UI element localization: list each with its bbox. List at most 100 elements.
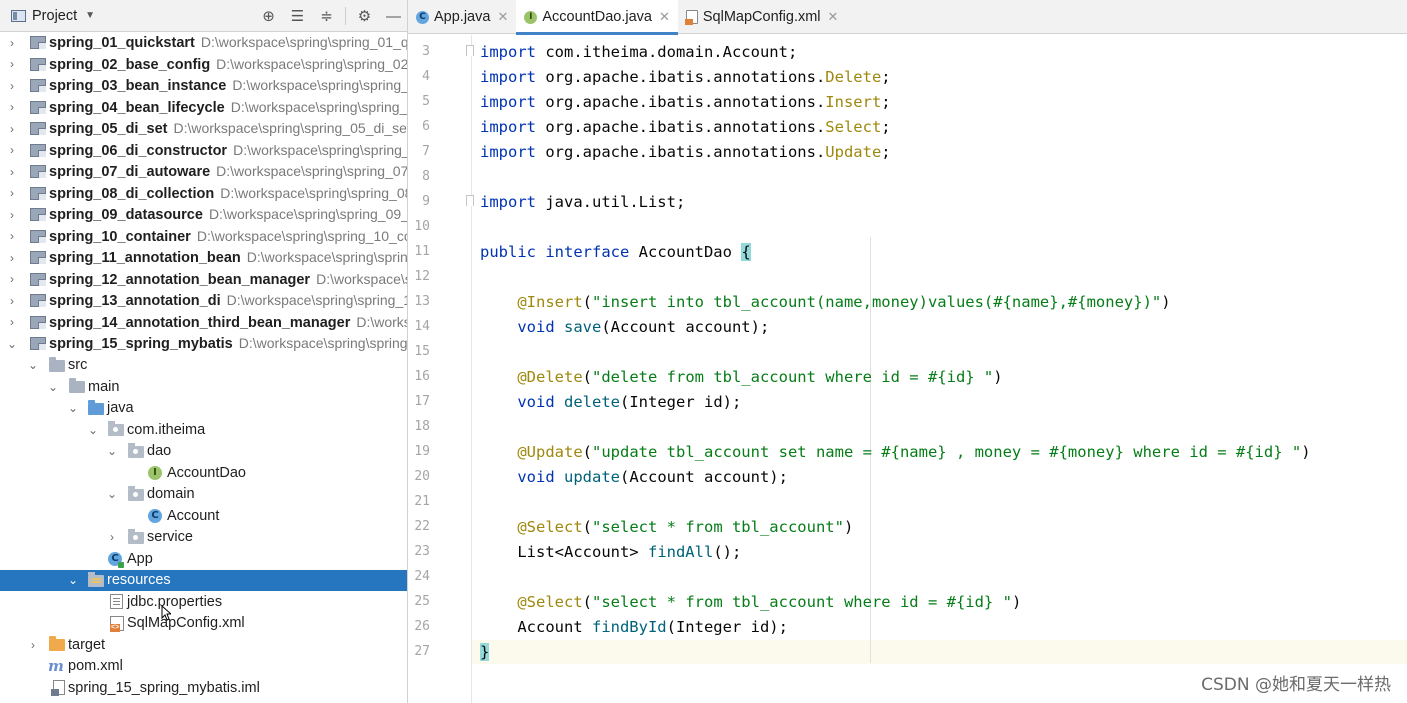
chevron-right-icon[interactable]: › bbox=[5, 315, 19, 329]
tree-module-row[interactable]: › spring_10_container D:\workspace\spring\… bbox=[0, 226, 407, 248]
chevron-right-icon[interactable]: › bbox=[5, 79, 19, 93]
code-text: org.apache.ibatis.annotations. bbox=[545, 118, 826, 136]
tree-module-row[interactable]: › spring_04_bean_lifecycle D:\workspace\sp… bbox=[0, 97, 408, 119]
collapse-all-icon[interactable]: ≑ bbox=[312, 0, 341, 32]
line-number: 4 bbox=[422, 69, 430, 84]
module-icon bbox=[30, 294, 46, 308]
code-area[interactable]: import com.itheima.domain.Account; impor… bbox=[480, 35, 1407, 703]
chevron-down-icon[interactable]: ⌄ bbox=[26, 358, 40, 372]
module-label: spring_04_bean_lifecycle D:\workspace\spr… bbox=[49, 98, 408, 116]
close-icon[interactable]: ✕ bbox=[659, 9, 670, 25]
tree-package-domain[interactable]: ⌄ domain bbox=[0, 484, 407, 506]
module-label: spring_06_di_constructor D:\workspace\spr… bbox=[49, 141, 408, 159]
chevron-right-icon[interactable]: › bbox=[5, 36, 19, 50]
code-line-20: void update(Account account); bbox=[480, 465, 788, 489]
annotation: @Select bbox=[517, 593, 583, 611]
tree-module-row[interactable]: ⌄ spring_15_spring_mybatis D:\workspace\sp… bbox=[0, 333, 407, 355]
project-toolbar: Project ▼ ⊕ ☰ ≑ ⚙ — bbox=[0, 0, 407, 32]
chevron-right-icon[interactable]: › bbox=[5, 208, 19, 222]
tree-package-service[interactable]: › service bbox=[0, 527, 407, 549]
code-text: ) bbox=[1011, 593, 1022, 611]
code-text: ( bbox=[582, 368, 592, 386]
chevron-right-icon[interactable]: › bbox=[5, 229, 19, 243]
tab-sqlmapconfig-xml[interactable]: SqlMapConfig.xml ✕ bbox=[678, 0, 847, 34]
tree-module-row[interactable]: › spring_02_base_config D:\workspace\sprin… bbox=[0, 54, 407, 76]
fold-marker-icon[interactable] bbox=[466, 195, 474, 206]
chevron-right-icon[interactable]: › bbox=[5, 122, 19, 136]
chevron-down-icon[interactable]: ⌄ bbox=[86, 423, 100, 437]
tree-file-sqlmapconfig[interactable]: SqlMapConfig.xml bbox=[0, 613, 407, 635]
tree-file-accountdao[interactable]: I AccountDao bbox=[0, 462, 407, 484]
tree-folder-java[interactable]: ⌄ java bbox=[0, 398, 407, 420]
tree-module-row[interactable]: › spring_03_bean_instance D:\workspace\spr… bbox=[0, 75, 407, 97]
chevron-right-icon[interactable]: › bbox=[5, 251, 19, 265]
close-icon[interactable]: ✕ bbox=[497, 9, 508, 25]
tree-file-jdbc-properties[interactable]: jdbc.properties bbox=[0, 591, 407, 613]
close-icon[interactable]: ✕ bbox=[828, 9, 839, 25]
gear-icon[interactable]: ⚙ bbox=[350, 0, 379, 32]
chevron-down-icon[interactable]: ⌄ bbox=[46, 380, 60, 394]
expand-all-icon[interactable]: ☰ bbox=[283, 0, 312, 32]
project-view-selector[interactable]: Project ▼ bbox=[0, 0, 95, 32]
tree-module-row[interactable]: › spring_07_di_autoware D:\workspace\sprin… bbox=[0, 161, 407, 183]
tree-folder-target[interactable]: › target bbox=[0, 634, 407, 656]
tree-module-row[interactable]: › spring_06_di_constructor D:\workspace\sp… bbox=[0, 140, 408, 162]
locate-icon[interactable]: ⊕ bbox=[254, 0, 283, 32]
tree-module-row[interactable]: › spring_14_annotation_third_bean_manager… bbox=[0, 312, 407, 334]
line-number-gutter[interactable]: 3 4 5 6 7 8 9 10 11 12 13 14 15 16 17 18… bbox=[408, 35, 474, 703]
tree-folder-main[interactable]: ⌄ main bbox=[0, 376, 407, 398]
tree-file-pom[interactable]: m pom.xml bbox=[0, 656, 407, 678]
chevron-down-icon[interactable]: ⌄ bbox=[105, 487, 119, 501]
tree-folder-src[interactable]: ⌄ src bbox=[0, 355, 407, 377]
tree-module-row[interactable]: › spring_13_annotation_di D:\workspace\spr… bbox=[0, 290, 407, 312]
tree-module-row[interactable]: › spring_08_di_collection D:\workspace\spr… bbox=[0, 183, 407, 205]
tree-file-app[interactable]: C App bbox=[0, 548, 407, 570]
package-icon bbox=[128, 442, 144, 458]
chevron-right-icon[interactable]: › bbox=[5, 100, 19, 114]
line-number: 7 bbox=[422, 144, 430, 159]
tree-module-row[interactable]: › spring_01_quickstart D:\workspace\spring… bbox=[0, 32, 407, 54]
project-tree[interactable]: › spring_01_quickstart D:\workspace\spring… bbox=[0, 32, 408, 699]
method-name: findById bbox=[591, 618, 667, 636]
code-line-5: import org.apache.ibatis.annotations.Ins… bbox=[480, 90, 891, 114]
module-label: spring_12_annotation_bean_manager D:\work… bbox=[49, 270, 407, 288]
line-number: 27 bbox=[414, 644, 430, 659]
tree-module-row[interactable]: › spring_12_annotation_bean_manager D:\wor… bbox=[0, 269, 407, 291]
chevron-down-icon[interactable]: ⌄ bbox=[66, 401, 80, 415]
tree-module-row[interactable]: › spring_05_di_set D:\workspace\spring\spr… bbox=[0, 118, 407, 140]
tree-file-account[interactable]: C Account bbox=[0, 505, 407, 527]
tree-module-row[interactable]: › spring_11_annotation_bean D:\workspace\s… bbox=[0, 247, 407, 269]
chevron-right-icon[interactable]: › bbox=[5, 143, 19, 157]
method-name: delete bbox=[564, 393, 620, 411]
chevron-right-icon[interactable]: › bbox=[5, 272, 19, 286]
keyword: void bbox=[517, 393, 564, 411]
tree-module-row[interactable]: › spring_09_datasource D:\workspace\spring… bbox=[0, 204, 407, 226]
tab-app-java[interactable]: C App.java ✕ bbox=[408, 0, 516, 34]
chevron-down-icon[interactable]: ⌄ bbox=[66, 573, 80, 587]
chevron-down-icon[interactable]: ⌄ bbox=[5, 337, 19, 351]
chevron-right-icon[interactable]: › bbox=[105, 530, 119, 544]
code-text: (Integer id); bbox=[666, 618, 788, 636]
minimize-icon[interactable]: — bbox=[379, 0, 407, 32]
tree-package-dao[interactable]: ⌄ dao bbox=[0, 441, 407, 463]
tree-file-iml[interactable]: spring_15_spring_mybatis.iml bbox=[0, 677, 407, 699]
module-icon bbox=[30, 186, 46, 200]
tab-accountdao-java[interactable]: I AccountDao.java ✕ bbox=[516, 0, 678, 35]
fold-marker-icon[interactable] bbox=[466, 45, 474, 56]
tree-package-itheima[interactable]: ⌄ com.itheima bbox=[0, 419, 407, 441]
chevron-right-icon[interactable]: › bbox=[5, 57, 19, 71]
line-number: 11 bbox=[414, 244, 430, 259]
chevron-right-icon[interactable]: › bbox=[5, 186, 19, 200]
tree-folder-resources[interactable]: ⌄ resources bbox=[0, 569, 407, 591]
chevron-down-icon[interactable]: ▼ bbox=[85, 10, 95, 21]
chevron-right-icon[interactable]: › bbox=[5, 294, 19, 308]
chevron-down-icon[interactable]: ⌄ bbox=[105, 444, 119, 458]
line-number: 25 bbox=[414, 594, 430, 609]
folder-icon bbox=[49, 356, 65, 372]
annotation-name: Update bbox=[825, 143, 882, 161]
keyword: public bbox=[480, 243, 546, 261]
chevron-right-icon[interactable]: › bbox=[26, 638, 40, 652]
chevron-right-icon[interactable]: › bbox=[5, 165, 19, 179]
